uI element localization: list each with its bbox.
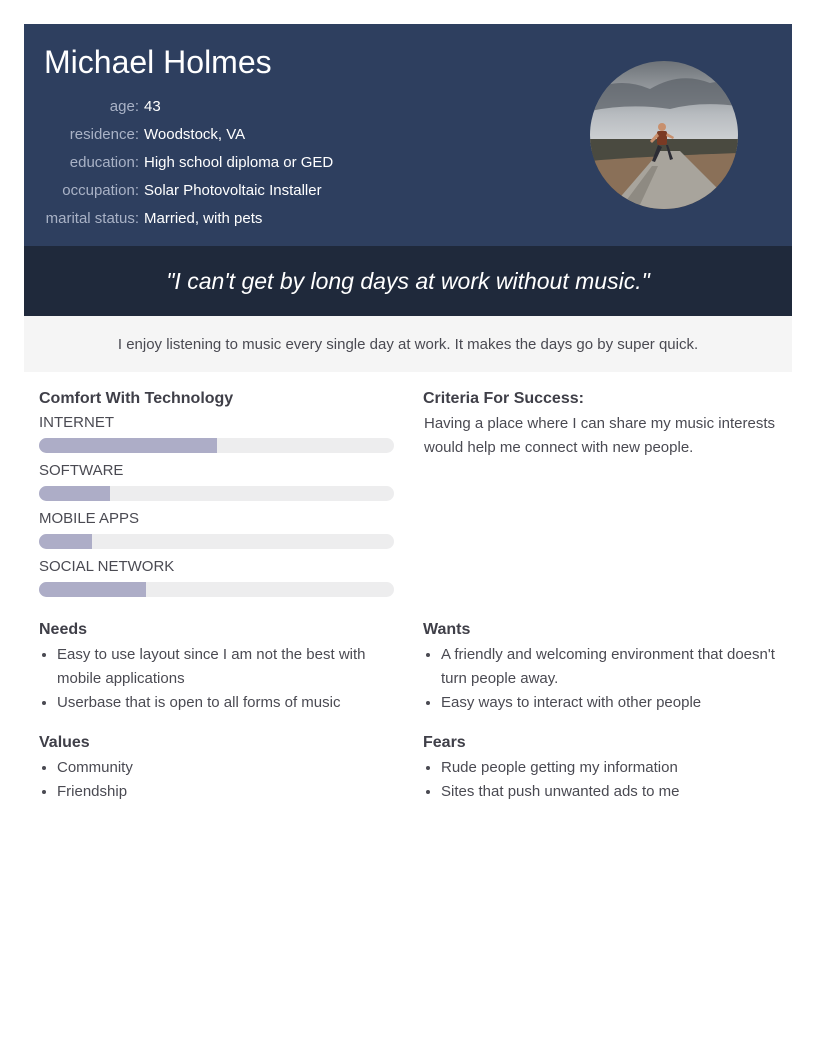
list-item: Rude people getting my information [441,756,786,780]
needs-title: Needs [39,621,88,638]
tech-bar-fill [39,486,110,501]
fact-residence: residence: Woodstock, VA [24,120,333,148]
tech-label: SOFTWARE [39,462,124,479]
tech-bar-track [39,534,394,549]
needs-list: Easy to use layout since I am not the be… [39,643,402,715]
list-item: Sites that push unwanted ads to me [441,780,786,804]
tech-label: SOCIAL NETWORK [39,558,175,575]
persona-header: Michael Holmes age: 43 residence: Woodst… [24,24,792,246]
fact-age: age: 43 [24,92,333,120]
fact-occupation: occupation: Solar Photovoltaic Installer [24,176,333,204]
fact-value: Woodstock, VA [144,125,246,143]
persona-facts: age: 43 residence: Woodstock, VA educati… [24,92,334,232]
fact-label: occupation: [62,181,139,199]
tech-item-internet: INTERNET [39,414,394,453]
persona-name: Michael Holmes [44,44,272,80]
fact-value: 43 [144,97,161,115]
fact-label: age: [109,97,139,115]
values-list: Community Friendship [39,756,402,804]
tech-item-software: SOFTWARE [39,462,394,501]
fact-marital-status: marital status: Married, with pets [24,204,333,232]
tech-bar-track [39,438,394,453]
wants-title: Wants [423,621,471,638]
list-item: A friendly and welcoming environment tha… [441,643,786,691]
fact-label: residence: [69,125,139,143]
technology-title: Comfort With Technology [39,390,234,407]
tech-bar-fill [39,534,93,549]
tech-bar-track [39,486,394,501]
tech-item-social-network: SOCIAL NETWORK [39,558,394,597]
list-item: Friendship [57,780,402,804]
tech-bar-fill [39,438,217,453]
quote-banner: "I can't get by long days at work withou… [24,246,792,316]
tech-label: MOBILE APPS [39,510,140,527]
fact-label: marital status: [45,209,139,227]
fact-value: High school diploma or GED [144,153,334,171]
list-item: Userbase that is open to all forms of mu… [57,691,402,715]
values-title: Values [39,734,90,751]
summary-banner: I enjoy listening to music every single … [24,316,792,372]
fact-education: education: High school diploma or GED [24,148,334,176]
persona-summary: I enjoy listening to music every single … [117,335,699,353]
list-item: Easy ways to interact with other people [441,691,786,715]
fact-value: Solar Photovoltaic Installer [144,181,322,199]
criteria-text: Having a place where I can share my musi… [424,415,775,456]
list-item: Community [57,756,402,780]
persona-photo [590,61,738,209]
fears-title: Fears [423,734,466,751]
list-item: Easy to use layout since I am not the be… [57,643,402,691]
fact-label: education: [69,153,139,171]
tech-bar-fill [39,582,146,597]
fact-value: Married, with pets [144,209,263,227]
fears-list: Rude people getting my information Sites… [423,756,786,804]
tech-label: INTERNET [39,414,114,431]
persona-quote: "I can't get by long days at work withou… [166,267,650,294]
tech-bar-track [39,582,394,597]
criteria-title: Criteria For Success: [423,390,584,407]
wants-list: A friendly and welcoming environment tha… [423,643,786,715]
tech-item-mobile-apps: MOBILE APPS [39,510,394,549]
